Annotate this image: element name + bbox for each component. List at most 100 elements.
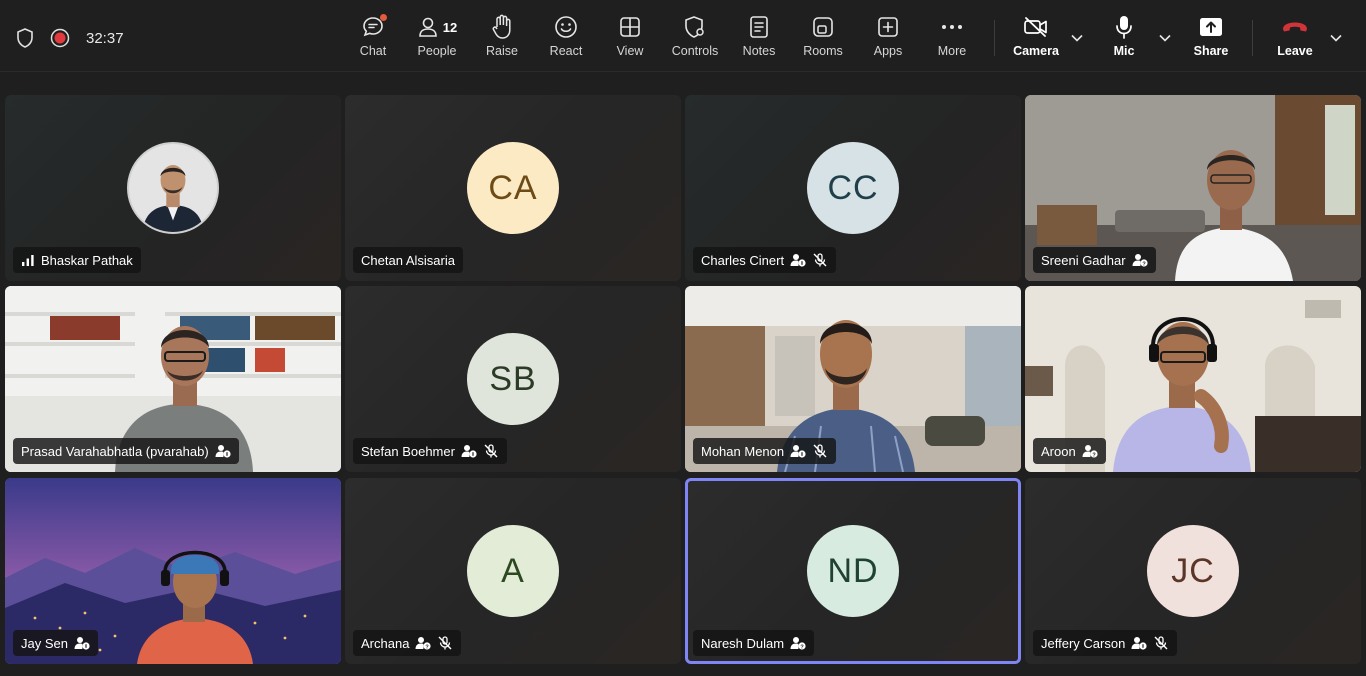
participant-namebar: Jeffery Carson bbox=[1033, 630, 1178, 656]
avatar: CC bbox=[807, 142, 899, 234]
avatar: JC bbox=[1147, 525, 1239, 617]
camera-button[interactable]: Camera bbox=[1012, 12, 1060, 64]
participant-name: Mohan Menon bbox=[701, 443, 785, 459]
guest-user-icon: ? bbox=[415, 637, 432, 650]
rooms-label: Rooms bbox=[803, 44, 843, 58]
chat-button[interactable]: Chat bbox=[355, 12, 391, 64]
share-screen-icon bbox=[1198, 12, 1224, 42]
view-button[interactable]: View bbox=[610, 12, 650, 64]
guest-user-icon: ? bbox=[1082, 445, 1098, 458]
view-label: View bbox=[616, 44, 644, 58]
participant-tile[interactable]: Sreeni Gadhar ? bbox=[1025, 95, 1361, 281]
guest-user-icon bbox=[790, 445, 806, 458]
participant-tile[interactable]: Jay Sen bbox=[5, 478, 341, 664]
rooms-icon bbox=[812, 12, 834, 42]
meeting-info: 32:37 bbox=[14, 26, 124, 50]
guest-user-icon bbox=[215, 445, 231, 458]
participant-name: Prasad Varahabhatla (pvarahab) bbox=[21, 443, 209, 459]
participant-name: Jay Sen bbox=[21, 635, 68, 651]
share-button[interactable]: Share bbox=[1191, 12, 1231, 64]
participant-name: Stefan Boehmer bbox=[361, 443, 455, 459]
camera-options-chevron-down-icon[interactable] bbox=[1068, 30, 1086, 46]
camera-off-icon bbox=[1023, 12, 1049, 42]
participant-namebar: Sreeni Gadhar ? bbox=[1033, 247, 1156, 273]
mic-options-chevron-down-icon[interactable] bbox=[1156, 30, 1174, 46]
people-icon-wrap: 12 bbox=[417, 12, 457, 42]
raise-label: Raise bbox=[486, 44, 518, 58]
react-button[interactable]: React bbox=[546, 12, 586, 64]
mic-muted-icon bbox=[813, 253, 827, 267]
participant-tile[interactable]: Prasad Varahabhatla (pvarahab) bbox=[5, 286, 341, 472]
participant-name: Chetan Alsisaria bbox=[361, 252, 455, 268]
avatar: ND bbox=[807, 525, 899, 617]
smiley-icon bbox=[554, 12, 578, 42]
meeting-timer: 32:37 bbox=[86, 29, 124, 47]
participant-name: Charles Cinert bbox=[701, 252, 785, 268]
recording-icon[interactable] bbox=[50, 28, 70, 48]
participant-name: Jeffery Carson bbox=[1041, 635, 1126, 651]
add-app-icon bbox=[877, 12, 899, 42]
guest-user-icon bbox=[790, 254, 806, 267]
people-count: 12 bbox=[442, 19, 458, 35]
participant-name: Archana bbox=[361, 635, 410, 651]
participant-tile[interactable]: SB Stefan Boehmer bbox=[345, 286, 681, 472]
grid-view-icon bbox=[619, 12, 641, 42]
avatar: A bbox=[467, 525, 559, 617]
more-button[interactable]: More bbox=[932, 12, 972, 64]
unread-dot bbox=[380, 14, 387, 21]
participant-name: Bhaskar Pathak bbox=[41, 252, 133, 268]
mic-button[interactable]: Mic bbox=[1106, 12, 1142, 64]
participant-tile[interactable]: Aroon ? bbox=[1025, 286, 1361, 472]
rooms-button[interactable]: Rooms bbox=[801, 12, 845, 64]
people-label: People bbox=[417, 44, 457, 58]
notes-button[interactable]: Notes bbox=[739, 12, 779, 64]
camera-label: Camera bbox=[1013, 44, 1059, 58]
people-button[interactable]: 12 People bbox=[413, 12, 461, 64]
leave-options-chevron-down-icon[interactable] bbox=[1327, 30, 1345, 46]
participant-tile[interactable]: JC Jeffery Carson bbox=[1025, 478, 1361, 664]
participant-namebar: Charles Cinert bbox=[693, 247, 837, 273]
participant-namebar: Chetan Alsisaria bbox=[353, 247, 463, 273]
microphone-icon bbox=[1115, 12, 1133, 42]
participant-name: Naresh Dulam bbox=[701, 635, 785, 651]
participant-tile[interactable]: CC Charles Cinert bbox=[685, 95, 1021, 281]
guest-user-icon bbox=[74, 637, 90, 650]
more-icon bbox=[941, 12, 963, 42]
notes-label: Notes bbox=[742, 44, 776, 58]
participant-tile[interactable]: CA Chetan Alsisaria bbox=[345, 95, 681, 281]
participant-tile[interactable]: Bhaskar Pathak bbox=[5, 95, 341, 281]
toolbar-divider-2 bbox=[1252, 20, 1253, 56]
toolbar-divider bbox=[994, 20, 995, 56]
guest-user-icon bbox=[1131, 637, 1147, 650]
participant-tile[interactable]: A Archana ? bbox=[345, 478, 681, 664]
raise-hand-button[interactable]: Raise bbox=[482, 12, 522, 64]
shield-settings-icon bbox=[684, 12, 706, 42]
participant-name: Sreeni Gadhar bbox=[1041, 252, 1126, 268]
chat-label: Chat bbox=[359, 44, 387, 58]
guest-user-icon: ? bbox=[1132, 254, 1148, 267]
controls-button[interactable]: Controls bbox=[669, 12, 721, 64]
avatar: CA bbox=[467, 142, 559, 234]
leave-label: Leave bbox=[1277, 44, 1313, 58]
participant-namebar: Archana ? bbox=[353, 630, 462, 656]
mic-muted-icon bbox=[438, 636, 452, 650]
mic-muted-icon bbox=[484, 444, 498, 458]
leave-button[interactable]: Leave bbox=[1274, 12, 1316, 64]
apps-label: Apps bbox=[873, 44, 903, 58]
hang-up-icon bbox=[1281, 12, 1309, 42]
apps-button[interactable]: Apps bbox=[868, 12, 908, 64]
participant-tile[interactable]: ND Naresh Dulam ? bbox=[685, 478, 1021, 664]
participant-namebar: Naresh Dulam ? bbox=[693, 630, 815, 656]
participant-namebar: Aroon ? bbox=[1033, 438, 1106, 464]
participant-namebar: Jay Sen bbox=[13, 630, 98, 656]
meeting-toolbar: 32:37 Chat 12 People Raise React View Co… bbox=[0, 0, 1366, 72]
participant-namebar: Mohan Menon bbox=[693, 438, 837, 464]
mic-muted-icon bbox=[813, 444, 827, 458]
participant-tile[interactable]: Mohan Menon bbox=[685, 286, 1021, 472]
shield-icon[interactable] bbox=[14, 27, 36, 49]
raise-hand-icon bbox=[491, 12, 513, 42]
mic-label: Mic bbox=[1113, 44, 1135, 58]
react-label: React bbox=[549, 44, 583, 58]
guest-user-icon bbox=[461, 445, 477, 458]
participant-name: Aroon bbox=[1041, 443, 1076, 459]
